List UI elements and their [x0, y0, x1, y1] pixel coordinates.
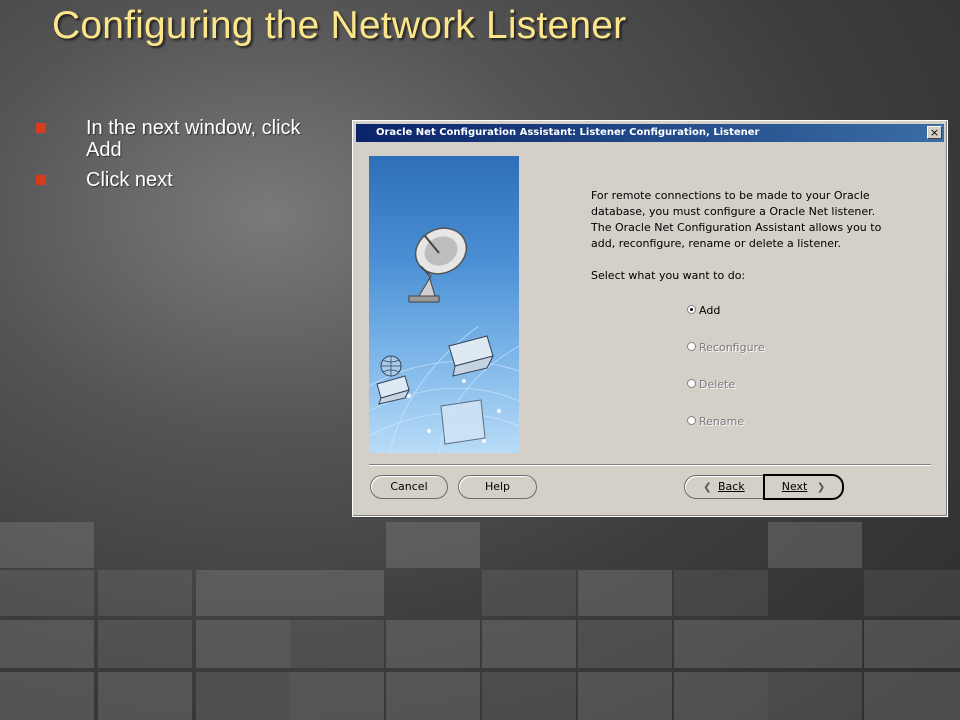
dialog-titlebar[interactable]: Oracle Net Configuration Assistant: List… [356, 124, 944, 142]
radio-label-add[interactable]: Add [699, 304, 720, 317]
radio-unselected-icon[interactable] [687, 342, 696, 351]
help-button[interactable]: Help [458, 475, 537, 499]
chevron-right-icon: ❯ [807, 482, 826, 493]
cancel-button[interactable]: Cancel [370, 475, 448, 499]
radio-label-delete[interactable]: Delete [699, 378, 735, 391]
back-label: Back [718, 480, 745, 493]
next-label: Next [781, 480, 808, 493]
folder-icon [440, 399, 486, 445]
globe-icon [380, 355, 402, 377]
chevron-left-icon: ❮ [703, 482, 719, 493]
bullet-item: Click next [36, 169, 316, 191]
wizard-side-image [369, 156, 519, 453]
intro-text: For remote connections to be made to you… [591, 189, 882, 250]
dialog-title: Oracle Net Configuration Assistant: List… [376, 127, 760, 138]
back-button[interactable]: ❮ Back [685, 476, 763, 498]
prompt-text: Select what you want to do: [591, 269, 746, 282]
bullet-text: Click next [86, 169, 173, 191]
satellite-dish-icon [408, 227, 468, 303]
close-icon: × [929, 126, 940, 139]
bullet-marker-icon [36, 175, 46, 185]
listener-config-dialog: Oracle Net Configuration Assistant: List… [352, 120, 948, 517]
bullet-list: In the next window, click Add Click next [36, 117, 316, 199]
bullet-item: In the next window, click Add [36, 117, 316, 161]
bullet-text: In the next window, click Add [86, 117, 301, 161]
close-button[interactable]: × [927, 126, 942, 139]
dialog-content: For remote connections to be made to you… [591, 188, 931, 284]
button-separator [369, 464, 931, 466]
radio-label-rename[interactable]: Rename [699, 415, 744, 428]
radio-label-reconfigure[interactable]: Reconfigure [699, 341, 765, 354]
bullet-marker-icon [36, 123, 46, 133]
next-button[interactable]: Next ❯ [763, 474, 844, 500]
radio-unselected-icon[interactable] [687, 379, 696, 388]
radio-unselected-icon[interactable] [687, 416, 696, 425]
radio-selected-icon[interactable] [687, 305, 696, 314]
slide-title: Configuring the Network Listener [52, 4, 627, 47]
navigation-button-group: ❮ Back Next ❯ [684, 474, 844, 500]
